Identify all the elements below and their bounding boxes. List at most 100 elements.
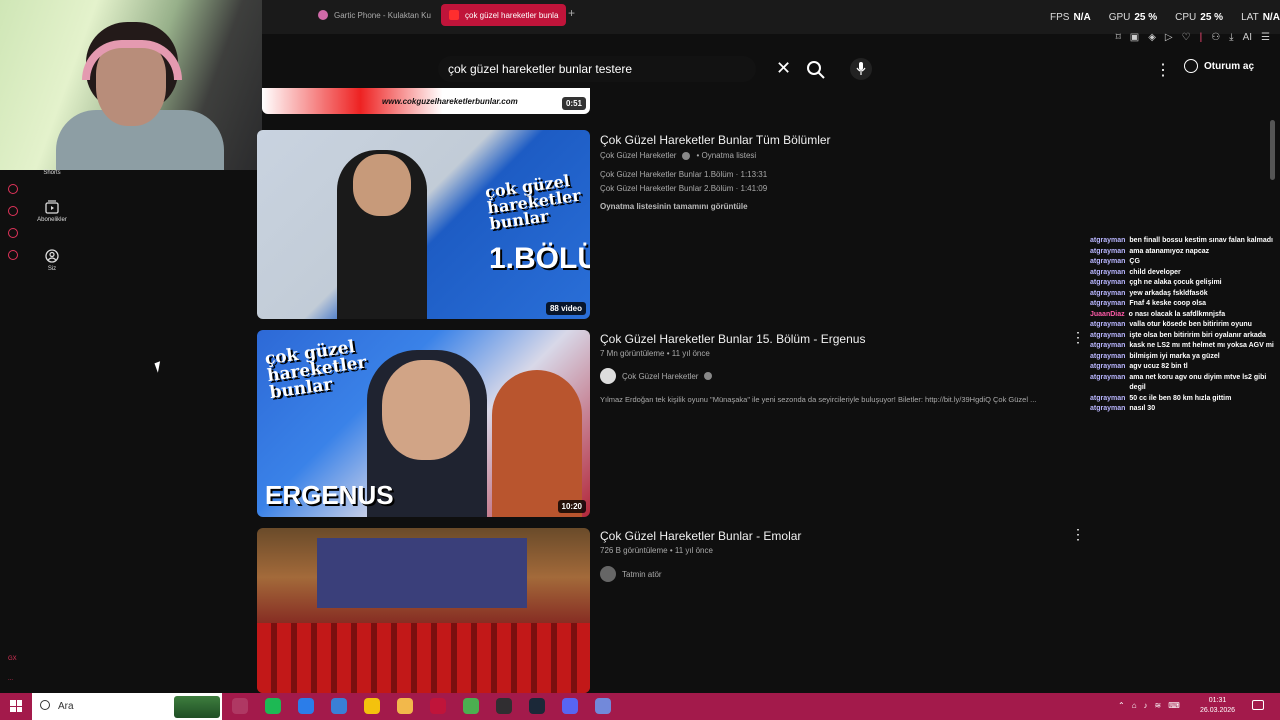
video-thumbnail[interactable]: çok güzel hareketler bunlar ERGENUS 10:2… [257,330,590,517]
chat-text: nasıl 30 [1129,405,1156,412]
subscriptions-icon [45,200,59,214]
chat-message: atgrayman bilmişim iyi marka ya güzel [1090,352,1276,363]
screenshot-icon[interactable]: ▣ [1130,32,1139,43]
video-thumbnail-partial[interactable]: www.cokguzelhareketlerbunlar.com 0:51 [262,88,590,114]
chat-username[interactable]: atgrayman [1090,320,1125,331]
channel-name[interactable]: Çok Güzel Hareketler [622,372,698,381]
channel-avatar[interactable] [600,566,616,582]
chat-username[interactable]: atgrayman [1090,278,1125,289]
discord-like-icon[interactable] [562,698,578,714]
tray-network-icon[interactable]: ⌂ [1132,701,1137,710]
play-icon[interactable]: ▷ [1165,32,1173,43]
sidebar-item-you[interactable]: Siz [16,249,88,272]
video-thumbnail[interactable] [257,528,590,693]
channel-name[interactable]: Tatmin atör [622,570,662,579]
opera-settings-icon[interactable] [8,250,18,260]
chat-message: atgrayman yew arkadaş fskldfasök [1090,289,1276,300]
chat-username[interactable]: atgrayman [1090,299,1125,310]
opera-gx-icon[interactable] [430,698,446,714]
task-view-icon[interactable] [232,698,248,714]
chat-message: atgrayman Fnaf 4 keske coop olsa [1090,299,1276,310]
chat-message: atgrayman çgh ne alaka çocuk gelişimi [1090,278,1276,289]
mail-icon[interactable] [298,698,314,714]
clear-search-icon[interactable]: ✕ [776,59,791,77]
playlist-thumbnail[interactable]: çok güzel hareketler bunlar 1.BÖLÜM 88 v… [257,130,590,319]
shield-icon[interactable]: ◈ [1148,32,1156,43]
files-icon[interactable] [397,698,413,714]
chat-username[interactable]: atgrayman [1090,331,1125,342]
search-icon[interactable] [806,60,826,80]
duration-badge: 0:51 [561,97,586,110]
start-button[interactable] [10,700,22,712]
search-input[interactable]: çok güzel hareketler bunlar testere [438,56,756,82]
chat-text: ÇG [1129,258,1140,265]
playlist-count-badge: 88 video [545,302,586,315]
tab-label: çok güzel hareketler bunla [465,10,559,20]
sidebar-item-subscriptions[interactable]: Abonelikler [16,200,88,223]
notification-icon[interactable] [1252,700,1264,710]
chat-username[interactable]: JuaanDiaz [1090,310,1125,321]
pin-icon[interactable]: ⌑ [1116,32,1121,43]
steam-icon[interactable] [529,698,545,714]
chrome-2-icon[interactable] [463,698,479,714]
opera-sidebar-icon-1[interactable] [8,184,18,194]
chat-username[interactable]: atgrayman [1090,362,1125,373]
chat-text: valla otur kösede ben bitiririm oyunu [1129,321,1252,328]
chat-username[interactable]: atgrayman [1090,289,1125,300]
chat-username[interactable]: atgrayman [1090,247,1125,258]
sidebar-item-label: Abonelikler [37,217,67,223]
obs-icon[interactable] [496,698,512,714]
video-options-icon[interactable]: ⋮ [1071,329,1085,346]
verified-icon [704,372,713,380]
view-full-playlist-link[interactable]: Oynatma listesinin tamamını görüntüle [600,202,748,211]
store-icon[interactable] [331,698,347,714]
spotify-icon[interactable] [265,698,281,714]
heart-icon[interactable]: ♡ [1182,32,1191,43]
more-label[interactable]: ... [8,676,13,682]
chat-text: kask ne LS2 mı mt helmet mı yoksa AGV mi [1129,342,1274,349]
menu-icon[interactable]: ☰ [1261,32,1270,43]
tab-gartic-phone[interactable]: Gartic Phone - Kulaktan Ku [310,4,439,26]
chat-username[interactable]: atgrayman [1090,394,1125,405]
settings-menu-icon[interactable]: ⋮ [1155,60,1171,80]
sidebar-item-shorts[interactable]: Shorts [16,170,88,176]
ai-button[interactable]: AI [1243,32,1252,43]
gx-label: GX [8,656,17,662]
chat-message: atgrayman agv ucuz 82 bin tl [1090,362,1276,373]
tray-chevron-icon[interactable]: ⌃ [1118,701,1125,710]
opera-sidebar-icon-2[interactable] [8,206,18,216]
tab-youtube-search[interactable]: çok güzel hareketler bunla [441,4,567,26]
video-title[interactable]: Çok Güzel Hareketler Bunlar 15. Bölüm - … [600,332,865,346]
chat-username[interactable]: atgrayman [1090,352,1125,363]
episode-label: ERGENUS [265,480,394,510]
sign-in-button[interactable]: Oturum aç [1184,59,1254,73]
playlist-item[interactable]: Çok Güzel Hareketler Bunlar 1.Bölüm · 1:… [600,170,767,179]
chat-username[interactable]: atgrayman [1090,404,1125,415]
taskbar-search[interactable]: Ara [32,693,222,720]
profile-icon[interactable]: ⚇ [1211,32,1220,43]
show-logo: çok güzel hareketler bunlar [263,336,368,404]
download-icon[interactable]: ⤓ [1229,32,1233,43]
channel-avatar[interactable] [600,368,616,384]
system-clock[interactable]: 01:31 26.03.2026 [1200,696,1235,716]
tray-keyboard-icon[interactable]: ⌨ [1168,701,1180,710]
discord-icon[interactable] [595,698,611,714]
tray-wifi-icon[interactable]: ≋ [1155,701,1162,710]
chat-username[interactable]: atgrayman [1090,236,1125,247]
voice-search-button[interactable] [850,58,872,80]
video-options-icon[interactable]: ⋮ [1071,526,1085,543]
chrome-icon[interactable] [364,698,380,714]
channel-name[interactable]: Çok Güzel Hareketler [600,151,676,160]
chat-message: atgrayman 50 cc ile ben 80 km hızla gitti… [1090,394,1276,405]
playlist-item[interactable]: Çok Güzel Hareketler Bunlar 2.Bölüm · 1:… [600,184,767,193]
chat-username[interactable]: atgrayman [1090,373,1125,394]
chat-username[interactable]: atgrayman [1090,341,1125,352]
page-scrollbar[interactable] [1270,120,1275,180]
chat-username[interactable]: atgrayman [1090,257,1125,268]
video-title[interactable]: Çok Güzel Hareketler Bunlar Tüm Bölümler [600,133,831,147]
new-tab-button[interactable]: + [568,6,575,20]
opera-sidebar-icon-3[interactable] [8,228,18,238]
video-title[interactable]: Çok Güzel Hareketler Bunlar - Emolar [600,529,801,543]
chat-username[interactable]: atgrayman [1090,268,1125,279]
tray-volume-icon[interactable]: ♪ [1144,701,1148,710]
